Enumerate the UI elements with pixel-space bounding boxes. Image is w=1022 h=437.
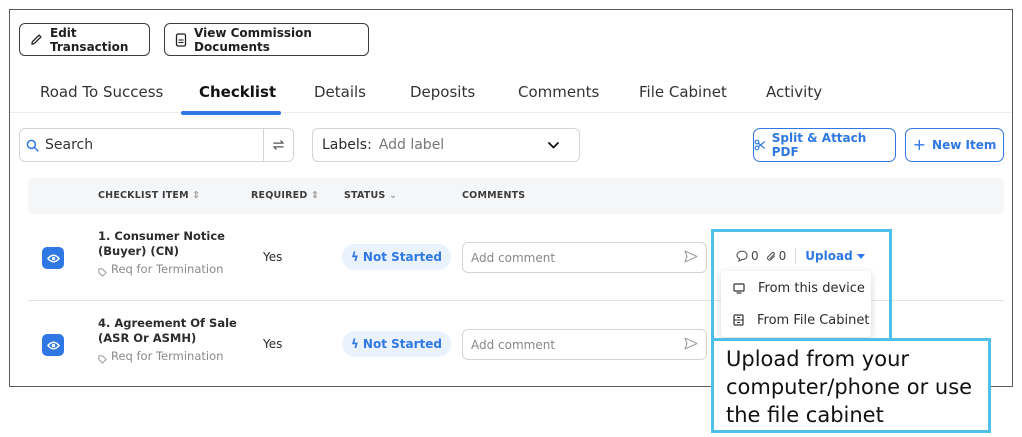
menu-item-from-this-device[interactable]: From this device: [721, 273, 871, 303]
item-tag: Req for Termination: [98, 349, 223, 364]
item-title: 4. Agreement Of Sale (ASR Or ASMH): [98, 316, 237, 345]
comment-bubble-icon: [736, 250, 748, 262]
edit-transaction-button[interactable]: Edit Transaction: [19, 23, 150, 56]
column-header-required[interactable]: REQUIRED ⇕: [251, 190, 319, 201]
view-item-button[interactable]: [42, 334, 64, 356]
row-actions: 0 0 Upload: [736, 248, 865, 264]
status-badge: ϟ Not Started: [342, 244, 451, 270]
sort-icon: ⇕: [310, 190, 320, 201]
eye-icon: [46, 341, 60, 349]
tab-deposits[interactable]: Deposits: [410, 83, 475, 101]
chevron-down-icon: [548, 141, 559, 148]
send-icon[interactable]: [684, 337, 698, 350]
required-value: Yes: [263, 250, 283, 264]
labels-select[interactable]: Labels: Add label: [312, 128, 580, 162]
active-tab-indicator: [181, 111, 281, 115]
caret-down-icon: [856, 253, 865, 259]
upload-menu: From this device From File Cabinet: [721, 271, 871, 337]
attachment-count: 0: [778, 249, 787, 263]
search-icon: [26, 139, 39, 152]
pencil-icon: [31, 34, 42, 45]
tab-bar: Road To Success Checklist Details Deposi…: [10, 78, 1012, 115]
swap-search-button[interactable]: [263, 129, 293, 161]
sort-desc-icon: ⌄: [388, 190, 398, 201]
comment-count: 0: [751, 249, 759, 263]
tab-comments[interactable]: Comments: [518, 83, 599, 101]
monitor-icon: [733, 282, 745, 294]
split-attach-pdf-label: Split & Attach PDF: [771, 131, 867, 159]
split-attach-pdf-button[interactable]: Split & Attach PDF: [753, 128, 896, 162]
column-header-checklist-item[interactable]: CHECKLIST ITEM ⇕: [98, 190, 200, 201]
divider: [795, 248, 797, 264]
new-item-label: New Item: [932, 138, 997, 152]
eye-icon: [46, 254, 60, 262]
search-box: Search: [19, 128, 294, 162]
view-commission-documents-label: View Commission Documents: [194, 25, 312, 54]
status-badge: ϟ Not Started: [342, 331, 451, 357]
tag-icon: [98, 268, 107, 277]
required-value: Yes: [263, 337, 283, 351]
sort-icon: ⇕: [192, 190, 201, 201]
paperclip-icon: [766, 251, 775, 261]
bolt-icon: ϟ: [351, 337, 359, 351]
edit-transaction-label: Edit Transaction: [50, 25, 129, 54]
scissors-icon: [754, 139, 766, 151]
tab-file-cabinet[interactable]: File Cabinet: [639, 83, 727, 101]
menu-item-from-file-cabinet[interactable]: From File Cabinet: [721, 305, 871, 335]
column-header-comments: COMMENTS: [462, 190, 526, 201]
tab-details[interactable]: Details: [314, 83, 366, 101]
labels-label: Labels:: [322, 137, 372, 153]
comment-input[interactable]: Add comment: [471, 251, 555, 265]
tab-road-to-success[interactable]: Road To Success: [40, 83, 163, 101]
plus-icon: +: [912, 135, 927, 154]
document-icon: [175, 32, 187, 47]
labels-placeholder: Add label: [378, 137, 445, 153]
view-item-button[interactable]: [42, 247, 64, 269]
item-title: 1. Consumer Notice (Buyer) (CN): [98, 229, 225, 258]
column-header-status[interactable]: STATUS ⌄: [344, 190, 397, 201]
tab-activity[interactable]: Activity: [766, 83, 822, 101]
send-icon[interactable]: [684, 250, 698, 263]
table-header: CHECKLIST ITEM ⇕ REQUIRED ⇕ STATUS ⌄ COM…: [28, 178, 1004, 214]
new-item-button[interactable]: + New Item: [905, 128, 1004, 162]
file-cabinet-icon: [733, 314, 744, 326]
swap-arrows-icon: [273, 140, 284, 150]
comment-field[interactable]: Add comment: [462, 242, 707, 273]
comment-input[interactable]: Add comment: [471, 338, 555, 352]
view-commission-documents-button[interactable]: View Commission Documents: [164, 23, 369, 56]
tag-icon: [98, 355, 107, 364]
callout-text: Upload from your computer/phone or use t…: [726, 347, 973, 427]
callout-box: Upload from your computer/phone or use t…: [711, 338, 991, 433]
upload-dropdown-button[interactable]: Upload: [805, 249, 865, 263]
tab-checklist[interactable]: Checklist: [199, 83, 276, 101]
item-tag: Req for Termination: [98, 262, 223, 277]
bolt-icon: ϟ: [351, 250, 359, 264]
search-input[interactable]: Search: [45, 137, 93, 153]
comment-field[interactable]: Add comment: [462, 329, 707, 360]
